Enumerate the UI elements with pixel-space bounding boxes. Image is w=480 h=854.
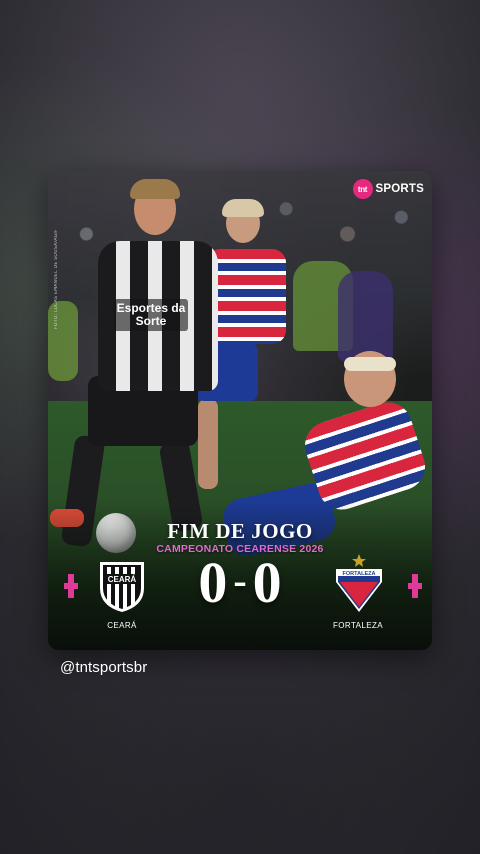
photo-credit: FOTO: LUCAS EMANUEL DE SOUSA/AGIF [54, 229, 59, 329]
ceara-player-hair [130, 179, 180, 199]
brand-label: SPORTS [375, 183, 424, 195]
ceara-crest-label: CEARÁ [108, 575, 137, 584]
plus-icon [408, 574, 422, 598]
fortaleza-player-shirt [206, 249, 286, 344]
fortaleza-crest-icon: FORTALEZA [336, 554, 382, 612]
plus-icon [64, 574, 78, 598]
tnt-sports-logo: tnt SPORTS [352, 179, 425, 199]
sliding-player-headband [344, 357, 396, 371]
ceara-crest-icon: CEARÁ [100, 562, 144, 612]
home-team-name: CEARÁ [107, 621, 137, 630]
shirt-sponsor: Esportes da Sorte [114, 299, 188, 331]
home-score: 0 [198, 550, 228, 615]
fortaleza-crest-label: FORTALEZA [343, 571, 376, 577]
tnt-icon: tnt [352, 179, 373, 199]
score-separator: - [233, 558, 247, 603]
account-handle-link[interactable]: @tntsportsbr [60, 659, 147, 676]
fortaleza-player-hair [222, 199, 264, 217]
away-score: 0 [252, 550, 282, 615]
scoreline: 0 - 0 [176, 553, 304, 613]
away-team-name: FORTALEZA [333, 621, 383, 630]
post-image-card[interactable]: Esportes da Sorte FOTO: LUCAS EMANUEL DE… [48, 171, 432, 650]
background-referee [338, 271, 393, 361]
match-status: FIM DE JOGO [167, 519, 313, 543]
fortaleza-player-leg [198, 399, 218, 489]
